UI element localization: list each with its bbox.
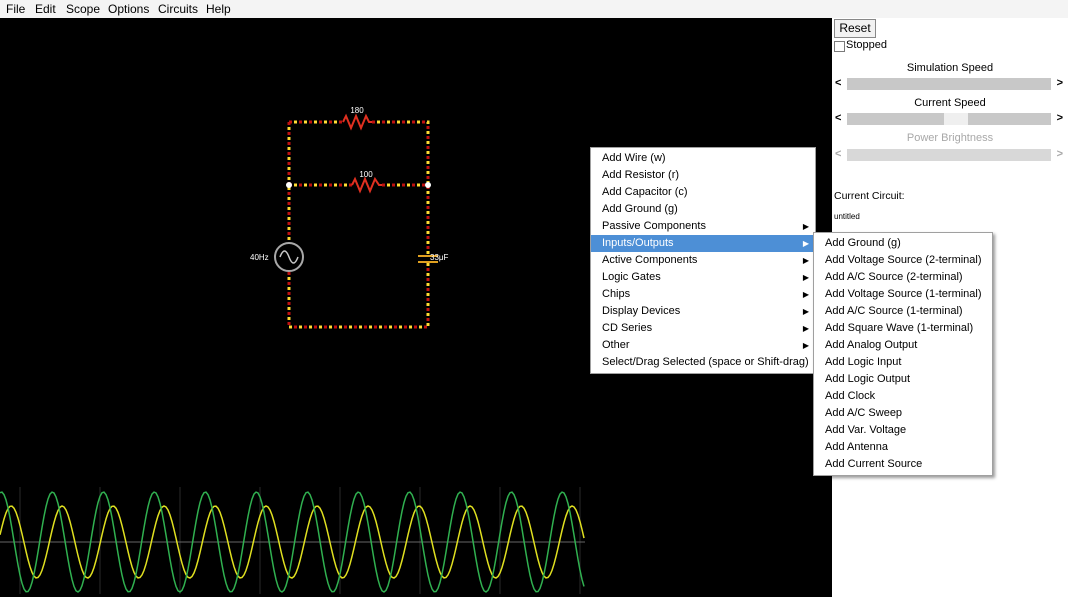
reset-button[interactable]: Reset bbox=[834, 19, 876, 38]
simulation-speed-track[interactable] bbox=[847, 78, 1051, 90]
simulation-speed-slider[interactable]: < > bbox=[835, 77, 1063, 91]
menu-item-label: Other bbox=[602, 339, 630, 351]
menu-help[interactable]: Help bbox=[206, 2, 231, 16]
submenu-arrow-icon: ▶ bbox=[802, 239, 809, 248]
menu-item-add-resistor[interactable]: Add Resistor (r) bbox=[591, 167, 815, 184]
current-speed-increase-icon[interactable]: > bbox=[1057, 112, 1063, 124]
menu-item-cd-series[interactable]: CD Series ▶ bbox=[591, 320, 815, 337]
menu-item-passive-components[interactable]: Passive Components ▶ bbox=[591, 218, 815, 235]
menu-item-label: CD Series bbox=[602, 322, 653, 334]
power-brightness-slider: < > bbox=[835, 148, 1063, 162]
resistor-180-label: 180 bbox=[350, 106, 364, 115]
menu-item-add-ground[interactable]: Add Ground (g) bbox=[591, 201, 815, 218]
submenu-item-add-clock[interactable]: Add Clock bbox=[814, 388, 992, 405]
menu-item-display-devices[interactable]: Display Devices ▶ bbox=[591, 303, 815, 320]
menu-item-label: Add Ground (g) bbox=[602, 203, 678, 215]
menu-options[interactable]: Options bbox=[108, 2, 149, 16]
submenu-item-add-var-voltage[interactable]: Add Var. Voltage bbox=[814, 422, 992, 439]
submenu-arrow-icon: ▶ bbox=[802, 256, 809, 265]
menu-item-other[interactable]: Other ▶ bbox=[591, 337, 815, 354]
menu-item-add-wire[interactable]: Add Wire (w) bbox=[591, 150, 815, 167]
menu-item-label: Chips bbox=[602, 288, 631, 300]
menu-item-active-components[interactable]: Active Components ▶ bbox=[591, 252, 815, 269]
menu-edit[interactable]: Edit bbox=[35, 2, 56, 16]
submenu-item-add-ac-source-2t[interactable]: Add A/C Source (2-terminal) bbox=[814, 269, 992, 286]
submenu-arrow-icon: ▶ bbox=[802, 222, 809, 231]
junction-left bbox=[286, 182, 292, 188]
menu-file[interactable]: File bbox=[6, 2, 25, 16]
submenu-arrow-icon: ▶ bbox=[802, 273, 809, 282]
submenu-item-add-ac-source-1t[interactable]: Add A/C Source (1-terminal) bbox=[814, 303, 992, 320]
submenu-arrow-icon: ▶ bbox=[802, 307, 809, 316]
simulation-speed-label: Simulation Speed bbox=[906, 62, 994, 74]
stopped-checkbox[interactable] bbox=[834, 41, 845, 52]
submenu-item-add-ground[interactable]: Add Ground (g) bbox=[814, 235, 992, 252]
menu-item-inputs-outputs[interactable]: Inputs/Outputs ▶ bbox=[591, 235, 815, 252]
submenu-arrow-icon: ▶ bbox=[802, 324, 809, 333]
power-brightness-label: Power Brightness bbox=[906, 132, 994, 144]
menu-item-label: Select/Drag Selected (space or Shift-dra… bbox=[602, 356, 809, 368]
menu-item-label: Add Resistor (r) bbox=[602, 169, 680, 181]
submenu-item-add-voltage-source-1t[interactable]: Add Voltage Source (1-terminal) bbox=[814, 286, 992, 303]
current-speed-thumb[interactable] bbox=[944, 113, 968, 125]
context-menu: Add Wire (w) Add Resistor (r) Add Capaci… bbox=[590, 147, 816, 374]
submenu-item-add-logic-input[interactable]: Add Logic Input bbox=[814, 354, 992, 371]
menu-item-label: Logic Gates bbox=[602, 271, 661, 283]
menu-item-add-capacitor[interactable]: Add Capacitor (c) bbox=[591, 184, 815, 201]
menu-item-label: Active Components bbox=[602, 254, 698, 266]
wire-bottom[interactable] bbox=[287, 262, 430, 329]
current-speed-label: Current Speed bbox=[914, 97, 986, 109]
submenu-arrow-icon: ▶ bbox=[802, 290, 809, 299]
menu-item-label: Add Capacitor (c) bbox=[602, 186, 688, 198]
simulation-speed-increase-icon[interactable]: > bbox=[1057, 77, 1063, 89]
ac-source[interactable] bbox=[274, 242, 304, 272]
submenu-item-add-logic-output[interactable]: Add Logic Output bbox=[814, 371, 992, 388]
junction-right bbox=[425, 182, 431, 188]
submenu-item-add-analog-output[interactable]: Add Analog Output bbox=[814, 337, 992, 354]
current-speed-track[interactable] bbox=[847, 113, 1051, 125]
submenu-item-add-current-source[interactable]: Add Current Source bbox=[814, 456, 992, 473]
resistor-100[interactable] bbox=[351, 176, 382, 194]
submenu-item-add-antenna[interactable]: Add Antenna bbox=[814, 439, 992, 456]
menu-item-logic-gates[interactable]: Logic Gates ▶ bbox=[591, 269, 815, 286]
menu-scope[interactable]: Scope bbox=[66, 2, 100, 16]
circuit-wires bbox=[287, 120, 430, 329]
current-dots bbox=[287, 120, 430, 329]
power-brightness-track bbox=[847, 149, 1051, 161]
menu-item-label: Display Devices bbox=[602, 305, 681, 317]
resistor-100-label: 100 bbox=[359, 170, 373, 179]
menu-item-select-drag[interactable]: Select/Drag Selected (space or Shift-dra… bbox=[591, 354, 815, 371]
menu-circuits[interactable]: Circuits bbox=[158, 2, 198, 16]
current-circuit-label: Current Circuit: bbox=[834, 190, 905, 202]
simulation-speed-decrease-icon[interactable]: < bbox=[835, 77, 841, 89]
stopped-label: Stopped bbox=[846, 39, 887, 51]
power-brightness-increase-icon: > bbox=[1056, 148, 1063, 160]
menu-item-chips[interactable]: Chips ▶ bbox=[591, 286, 815, 303]
inputs-outputs-submenu: Add Ground (g) Add Voltage Source (2-ter… bbox=[813, 232, 993, 476]
menu-item-label: Passive Components bbox=[602, 220, 706, 232]
current-speed-slider[interactable]: < > bbox=[835, 112, 1063, 126]
source-frequency-label: 40Hz bbox=[250, 253, 269, 262]
menu-bar: File Edit Scope Options Circuits Help bbox=[0, 0, 1068, 19]
menu-item-label: Inputs/Outputs bbox=[602, 237, 674, 249]
current-circuit-name: untitled bbox=[834, 212, 860, 221]
power-brightness-decrease-icon: < bbox=[835, 148, 842, 160]
current-speed-decrease-icon[interactable]: < bbox=[835, 112, 841, 124]
scope-view[interactable] bbox=[0, 482, 600, 597]
resistor-180[interactable] bbox=[342, 113, 372, 131]
submenu-item-add-voltage-source-2t[interactable]: Add Voltage Source (2-terminal) bbox=[814, 252, 992, 269]
menu-item-label: Add Wire (w) bbox=[602, 152, 666, 164]
submenu-item-add-ac-sweep[interactable]: Add A/C Sweep bbox=[814, 405, 992, 422]
submenu-item-add-square-wave[interactable]: Add Square Wave (1-terminal) bbox=[814, 320, 992, 337]
capacitor-label: 33μF bbox=[430, 253, 449, 262]
submenu-arrow-icon: ▶ bbox=[802, 341, 809, 350]
